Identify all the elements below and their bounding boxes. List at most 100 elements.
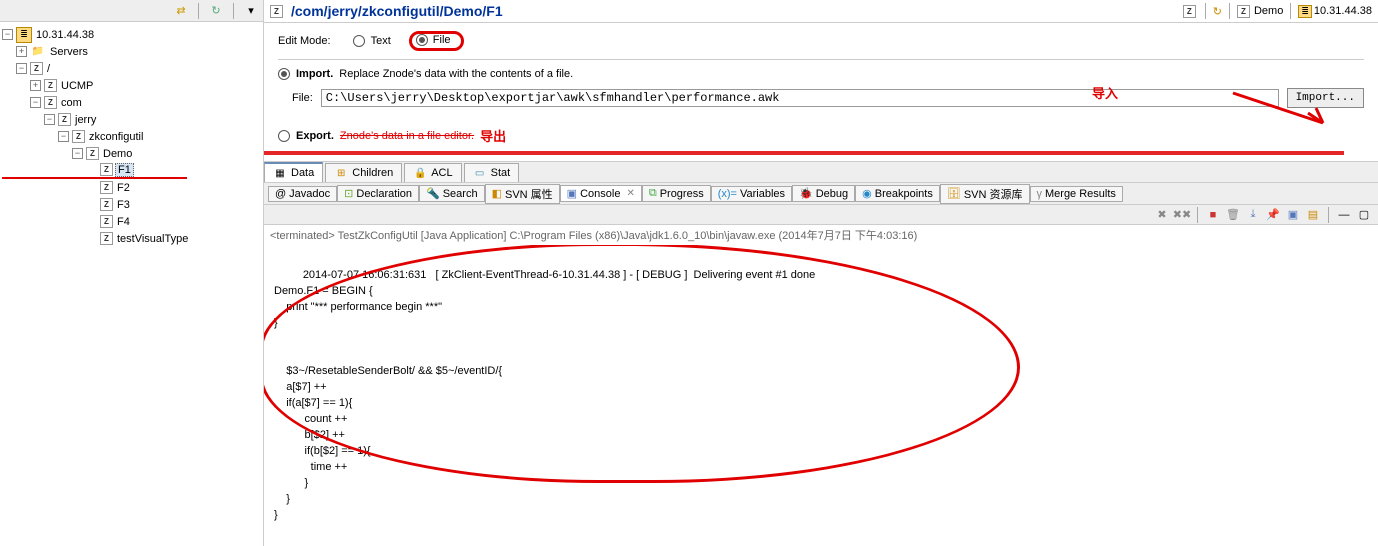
view-label: Debug (816, 188, 848, 200)
menu-icon[interactable]: ▾ (243, 3, 259, 19)
pin-icon[interactable]: 📌 (1265, 207, 1281, 223)
radio-file[interactable] (416, 34, 428, 46)
znode-icon: Z (72, 130, 85, 143)
radio-export[interactable] (278, 130, 290, 142)
import-desc: Replace Znode's data with the contents o… (339, 68, 573, 80)
view-progress[interactable]: ⧉Progress (642, 185, 711, 202)
tree-servers[interactable]: + 📁 Servers (2, 43, 261, 60)
tree-label: Servers (48, 46, 90, 58)
tree-zkconfigutil[interactable]: − Z zkconfigutil (2, 128, 261, 145)
views-bar: @Javadoc ⊡Declaration 🔦Search ◧SVN 属性 ▣C… (264, 183, 1378, 205)
tree-label: F2 (115, 182, 132, 194)
minimize-icon[interactable]: — (1336, 207, 1352, 223)
expand-icon[interactable]: + (16, 46, 27, 57)
znode-icon: Z (58, 113, 71, 126)
collapse-icon[interactable]: − (72, 148, 83, 159)
view-javadoc[interactable]: @Javadoc (268, 186, 337, 202)
editor-header: Z /com/jerry/zkconfigutil/Demo/F1 Z ↻ ZD… (264, 0, 1378, 23)
console-output[interactable]: 2014-07-07 16:06:31:631 [ ZkClient-Event… (264, 245, 1378, 546)
link-icon[interactable]: ⇄ (173, 3, 189, 19)
view-label: Variables (740, 188, 785, 200)
tab-children[interactable]: ⊞Children (325, 163, 402, 182)
view-variables[interactable]: (x)=Variables (711, 186, 792, 202)
folder-icon: 📁 (30, 44, 46, 60)
znode-icon[interactable]: Z (1183, 5, 1196, 18)
radio-text[interactable] (353, 35, 365, 47)
open-console-icon[interactable]: ▤ (1305, 207, 1321, 223)
tree-label: / (45, 63, 52, 75)
tree-testvisualtype[interactable]: Z testVisualType (2, 230, 261, 247)
view-svn-prop[interactable]: ◧SVN 属性 (485, 184, 560, 204)
import-label: Import. (296, 68, 333, 80)
tree-slash[interactable]: − Z / (2, 60, 261, 77)
radio-import[interactable] (278, 68, 290, 80)
tree-root[interactable]: − ≣ 10.31.44.38 (2, 26, 261, 43)
demo-link[interactable]: ZDemo (1237, 5, 1283, 18)
collapse-icon[interactable]: − (30, 97, 41, 108)
remove-all-icon[interactable]: ✖✖ (1174, 207, 1190, 223)
tree-label: UCMP (59, 80, 95, 92)
remove-launch-icon[interactable]: ✖ (1154, 207, 1170, 223)
view-label: SVN 资源库 (964, 186, 1023, 202)
maximize-icon[interactable]: ▢ (1356, 207, 1372, 223)
view-breakpoints[interactable]: ◉Breakpoints (855, 185, 940, 202)
editor-area: Z /com/jerry/zkconfigutil/Demo/F1 Z ↻ ZD… (264, 0, 1378, 546)
refresh-icon[interactable]: ↻ (208, 3, 224, 19)
collapse-icon[interactable]: − (44, 114, 55, 125)
tree-demo[interactable]: − Z Demo (2, 145, 261, 162)
collapse-icon[interactable]: − (2, 29, 13, 40)
edit-mode-row: Edit Mode: Text File (278, 31, 1364, 51)
close-icon[interactable]: ✕ (626, 188, 634, 199)
tree-f2[interactable]: Z F2 (2, 179, 261, 196)
view-label: SVN 属性 (505, 186, 553, 202)
view-console[interactable]: ▣Console✕ (560, 185, 642, 202)
data-icon: ▦ (273, 166, 287, 180)
tree-label: com (59, 97, 84, 109)
tab-data[interactable]: ▦Data (264, 162, 323, 182)
editor-body: Edit Mode: Text File Import. Replace Zno… (264, 23, 1378, 161)
console-icon: ▣ (567, 187, 577, 200)
tree-label: jerry (73, 114, 98, 126)
tree-jerry[interactable]: − Z jerry (2, 111, 261, 128)
edit-mode-label: Edit Mode: (278, 35, 331, 47)
tree-f1[interactable]: Z F1 (2, 162, 187, 179)
view-declaration[interactable]: ⊡Declaration (337, 185, 419, 202)
expand-icon[interactable]: + (30, 80, 41, 91)
znode-icon: Z (100, 198, 113, 211)
file-path-input[interactable] (321, 89, 1279, 107)
znode-icon: Z (100, 215, 113, 228)
display-icon[interactable]: ▣ (1285, 207, 1301, 223)
annotation-underline (264, 151, 1344, 155)
tree-view: − ≣ 10.31.44.38 + 📁 Servers − Z / + Z UC… (0, 22, 263, 546)
view-debug[interactable]: 🐞Debug (792, 185, 855, 202)
stat-icon: ▭ (473, 166, 487, 180)
tree-ucmp[interactable]: + Z UCMP (2, 77, 261, 94)
refresh-icon[interactable]: ↻ (1213, 5, 1222, 18)
demo-label: Demo (1254, 5, 1283, 17)
tree-f3[interactable]: Z F3 (2, 196, 261, 213)
console-text: 2014-07-07 16:06:31:631 [ ZkClient-Event… (274, 269, 815, 521)
znode-icon: Z (44, 79, 57, 92)
tree-label: testVisualType (115, 233, 190, 245)
annotation-text-export: 导出 (480, 126, 506, 145)
collapse-icon[interactable]: − (58, 131, 69, 142)
view-merge[interactable]: γMerge Results (1030, 186, 1123, 202)
clear-icon[interactable]: 🗑 (1225, 207, 1241, 223)
tree-label: zkconfigutil (87, 131, 145, 143)
annotation-circle: File (409, 31, 464, 51)
view-search[interactable]: 🔦Search (419, 185, 485, 202)
collapse-icon[interactable]: − (16, 63, 27, 74)
scroll-lock-icon[interactable]: ⤓ (1245, 207, 1261, 223)
tree-f4[interactable]: Z F4 (2, 213, 261, 230)
view-label: Merge Results (1045, 188, 1116, 200)
view-svn-repo[interactable]: 🗄SVN 资源库 (940, 184, 1030, 204)
server-link[interactable]: ≣ 10.31.44.38 (1298, 5, 1372, 18)
tab-acl[interactable]: 🔒ACL (404, 163, 461, 182)
view-label: Breakpoints (875, 188, 933, 200)
terminate-icon[interactable]: ■ (1205, 207, 1221, 223)
breakpoints-icon: ◉ (862, 187, 872, 200)
progress-icon: ⧉ (649, 187, 657, 200)
tab-label: Stat (491, 167, 511, 179)
tab-stat[interactable]: ▭ Stat (464, 163, 520, 182)
tree-com[interactable]: − Z com (2, 94, 261, 111)
